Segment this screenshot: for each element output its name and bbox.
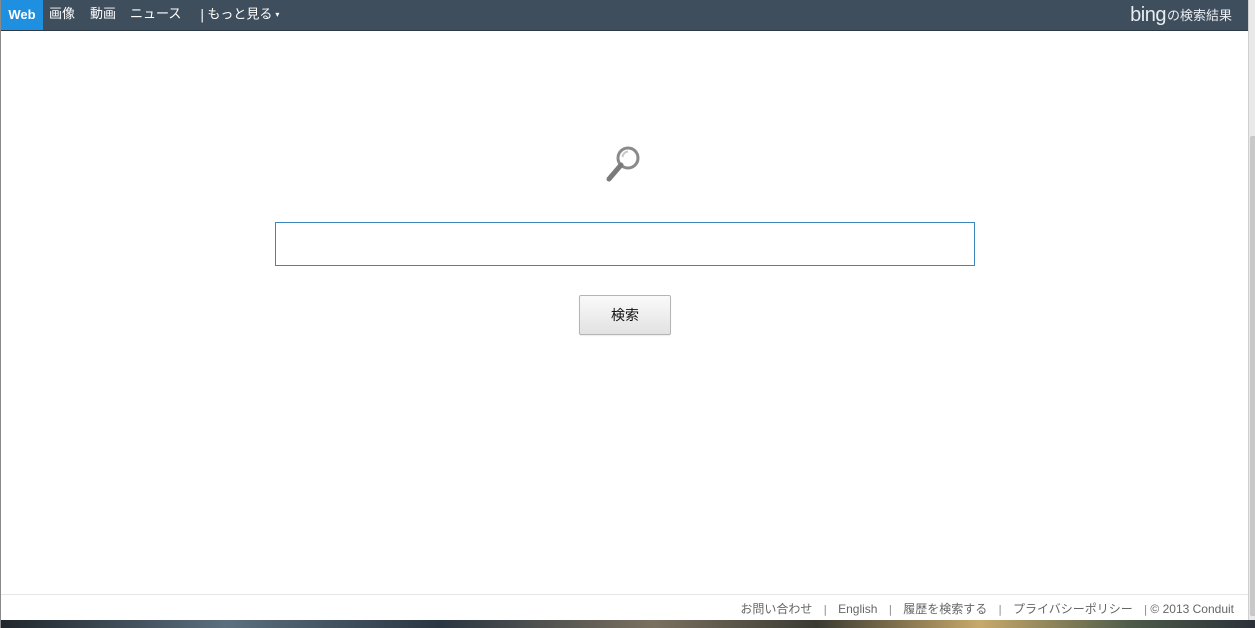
vertical-scrollbar[interactable] <box>1248 0 1255 628</box>
bing-brand[interactable]: bingの検索結果 <box>1130 0 1232 30</box>
browser-frame: Web 画像 動画 ニュース | もっと見る ▾ bingの検索結果 検索 お問い合… <box>0 0 1255 628</box>
top-nav-bar: Web 画像 動画 ニュース | もっと見る ▾ bingの検索結果 <box>1 0 1248 31</box>
search-button[interactable]: 検索 <box>579 295 671 335</box>
search-input[interactable] <box>275 222 975 266</box>
footer-separator: | <box>1143 603 1148 616</box>
footer-separator: | <box>823 603 828 616</box>
footer-copyright: © 2013 Conduit <box>1150 602 1234 616</box>
nav-more-menu[interactable]: | もっと見る ▾ <box>200 0 279 30</box>
footer-links: お問い合わせ | English | 履歴を検索する | プライバシーポリシー | © 2013… <box>740 600 1234 617</box>
bing-logo: bing <box>1130 4 1166 26</box>
nav-tab-video[interactable]: 動画 <box>90 0 116 30</box>
footer-separator: | <box>888 603 893 616</box>
scrollbar-thumb[interactable] <box>1250 136 1255 616</box>
nav-tab-news[interactable]: ニュース <box>130 0 181 30</box>
nav-tab-web[interactable]: Web <box>1 0 43 30</box>
desktop-background-strip <box>1 620 1255 628</box>
nav-more-separator: | <box>200 7 205 23</box>
magnifier-icon <box>606 146 640 182</box>
footer-link-history[interactable]: 履歴を検索する <box>903 602 987 616</box>
footer-link-contact[interactable]: お問い合わせ <box>740 602 812 616</box>
footer-separator: | <box>998 603 1002 616</box>
nav-more-label: もっと見る <box>207 7 273 23</box>
nav-tab-images[interactable]: 画像 <box>49 0 75 30</box>
footer-link-english[interactable]: English <box>838 602 877 616</box>
footer: お問い合わせ | English | 履歴を検索する | プライバシーポリシー | © 2013… <box>1 594 1248 620</box>
brand-suffix: の検索結果 <box>1166 9 1232 24</box>
footer-link-privacy[interactable]: プライバシーポリシー <box>1013 602 1133 616</box>
caret-down-icon: ▾ <box>275 10 280 19</box>
